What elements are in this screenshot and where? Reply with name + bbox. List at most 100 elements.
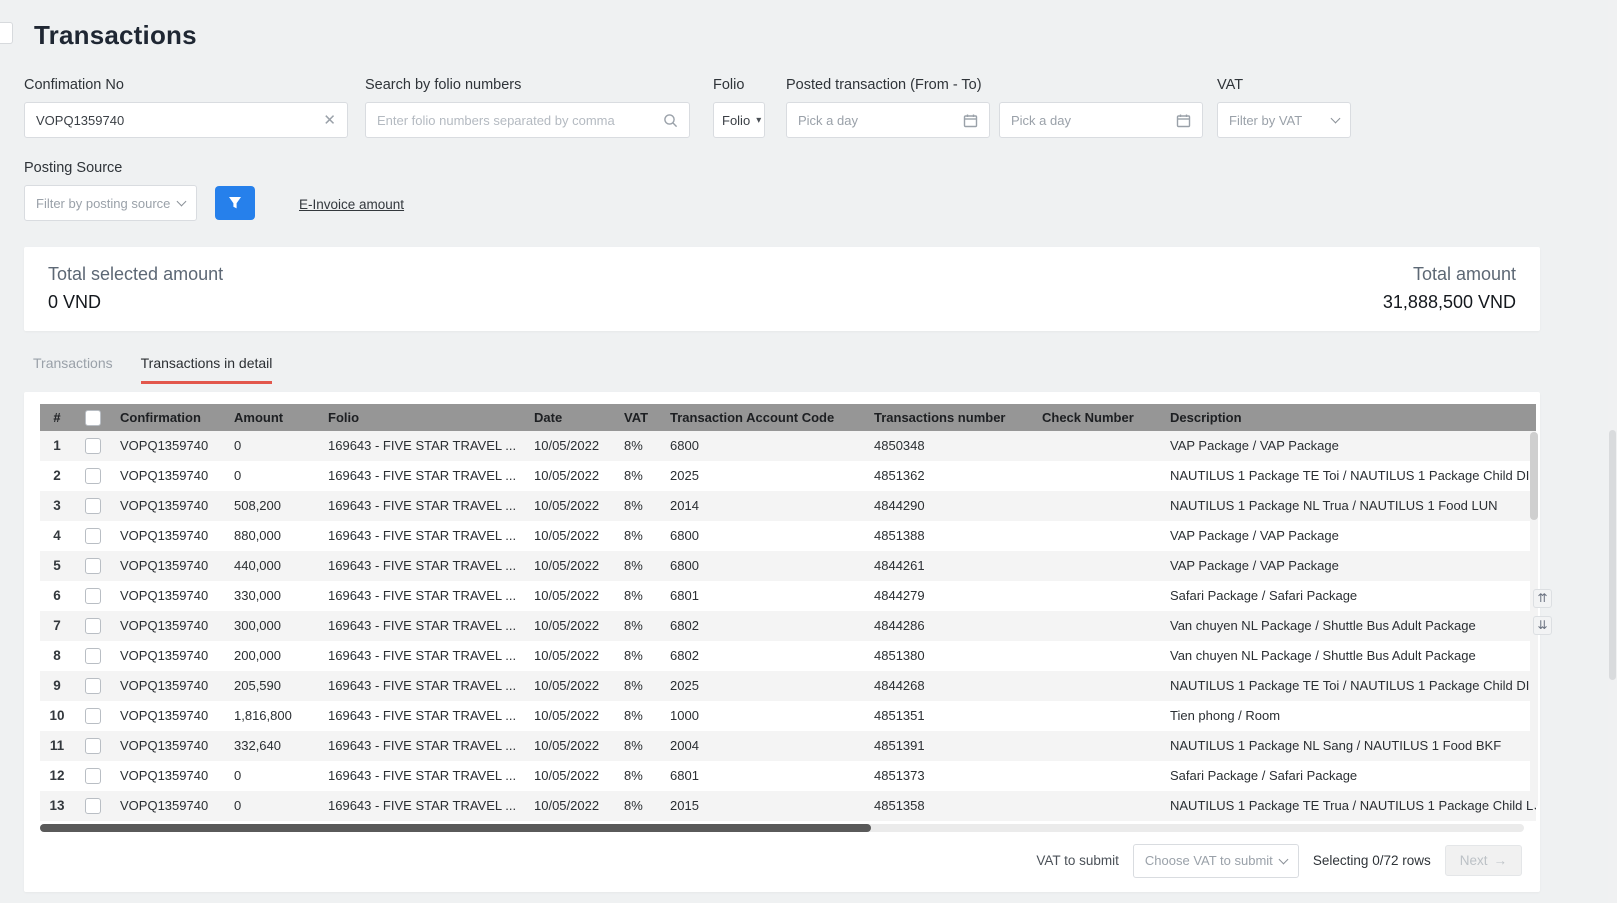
cell-check_number [1034, 431, 1162, 461]
cell-description: NAUTILUS 1 Package TE Trua / NAUTILUS 1 … [1162, 791, 1536, 821]
cell-confirmation: VOPQ1359740 [112, 611, 226, 641]
cell-folio: 169643 - FIVE STAR TRAVEL ... [320, 731, 526, 761]
cell-amount: 332,640 [226, 731, 320, 761]
transactions-table-card: #ConfirmationAmountFolioDateVATTransacti… [24, 392, 1540, 892]
cell-txn_number: 4850348 [866, 431, 1034, 461]
total-selected-label: Total selected amount [48, 264, 223, 285]
row-checkbox[interactable] [85, 558, 101, 574]
cell-num: 10 [40, 701, 74, 731]
page-scrollbar[interactable] [1608, 0, 1617, 903]
cell-folio: 169643 - FIVE STAR TRAVEL ... [320, 671, 526, 701]
cell-date: 10/05/2022 [526, 761, 616, 791]
cell-check_number [1034, 521, 1162, 551]
vat-select[interactable]: Filter by VAT [1217, 102, 1351, 138]
cell-account_code: 6800 [662, 431, 866, 461]
vertical-scrollbar-thumb[interactable] [1530, 432, 1538, 520]
chevron-down-icon [177, 197, 187, 207]
row-checkbox-cell [74, 791, 112, 821]
folio-search-input[interactable] [377, 113, 663, 128]
row-checkbox[interactable] [85, 438, 101, 454]
clear-icon[interactable]: ✕ [323, 111, 336, 129]
cell-account_code: 2004 [662, 731, 866, 761]
row-checkbox[interactable] [85, 468, 101, 484]
row-checkbox-cell [74, 581, 112, 611]
folio-select[interactable]: Folio ▾ [713, 102, 765, 138]
cell-account_code: 2025 [662, 461, 866, 491]
table-row: 12VOPQ13597400169643 - FIVE STAR TRAVEL … [40, 761, 1536, 791]
cell-description: VAP Package / VAP Package [1162, 521, 1536, 551]
table-row: 11VOPQ1359740332,640169643 - FIVE STAR T… [40, 731, 1536, 761]
tab-bar: Transactions Transactions in detail [33, 355, 1540, 384]
cell-txn_number: 4851388 [866, 521, 1034, 551]
cell-confirmation: VOPQ1359740 [112, 581, 226, 611]
row-checkbox-cell [74, 671, 112, 701]
row-checkbox[interactable] [85, 678, 101, 694]
select-all-checkbox[interactable] [85, 410, 101, 426]
cell-account_code: 1000 [662, 701, 866, 731]
cell-folio: 169643 - FIVE STAR TRAVEL ... [320, 551, 526, 581]
row-checkbox[interactable] [85, 648, 101, 664]
row-checkbox[interactable] [85, 528, 101, 544]
scroll-to-bottom-button[interactable]: ⇊ [1533, 616, 1552, 635]
scroll-to-top-button[interactable]: ⇈ [1533, 589, 1552, 608]
cell-confirmation: VOPQ1359740 [112, 671, 226, 701]
einvoice-amount-link[interactable]: E-Invoice amount [299, 197, 404, 212]
cell-num: 2 [40, 461, 74, 491]
cell-check_number [1034, 671, 1162, 701]
cell-folio: 169643 - FIVE STAR TRAVEL ... [320, 581, 526, 611]
cell-date: 10/05/2022 [526, 701, 616, 731]
row-checkbox[interactable] [85, 738, 101, 754]
cell-vat: 8% [616, 791, 662, 821]
cell-amount: 1,816,800 [226, 701, 320, 731]
table-row: 6VOPQ1359740330,000169643 - FIVE STAR TR… [40, 581, 1536, 611]
cell-num: 5 [40, 551, 74, 581]
cell-num: 12 [40, 761, 74, 791]
cell-num: 9 [40, 671, 74, 701]
horizontal-scrollbar-thumb[interactable] [40, 824, 871, 832]
transactions-page: Transactions Confimation No ✕ Search by … [0, 0, 1617, 903]
row-checkbox[interactable] [85, 768, 101, 784]
cell-amount: 0 [226, 761, 320, 791]
table-row: 13VOPQ13597400169643 - FIVE STAR TRAVEL … [40, 791, 1536, 821]
cell-folio: 169643 - FIVE STAR TRAVEL ... [320, 701, 526, 731]
cell-check_number [1034, 791, 1162, 821]
cell-date: 10/05/2022 [526, 611, 616, 641]
cell-amount: 300,000 [226, 611, 320, 641]
row-checkbox[interactable] [85, 798, 101, 814]
horizontal-scrollbar[interactable] [40, 824, 1524, 832]
date-to-picker[interactable]: Pick a day [999, 102, 1203, 138]
tab-transactions[interactable]: Transactions [33, 355, 113, 384]
cell-date: 10/05/2022 [526, 431, 616, 461]
cell-check_number [1034, 731, 1162, 761]
row-checkbox-cell [74, 551, 112, 581]
tab-transactions-in-detail[interactable]: Transactions in detail [141, 355, 273, 384]
date-from-picker[interactable]: Pick a day [786, 102, 990, 138]
cell-vat: 8% [616, 641, 662, 671]
cell-amount: 205,590 [226, 671, 320, 701]
cell-vat: 8% [616, 731, 662, 761]
sidebar-collapse-handle[interactable] [0, 22, 13, 44]
cell-check_number [1034, 461, 1162, 491]
posting-source-select[interactable]: Filter by posting source [24, 185, 197, 221]
row-checkbox[interactable] [85, 708, 101, 724]
column-header: Check Number [1034, 404, 1162, 431]
cell-num: 1 [40, 431, 74, 461]
cell-account_code: 6801 [662, 581, 866, 611]
next-button[interactable]: Next → [1445, 845, 1522, 876]
page-title: Transactions [34, 20, 1540, 51]
cell-account_code: 6802 [662, 611, 866, 641]
page-scrollbar-thumb[interactable] [1609, 430, 1616, 680]
row-checkbox-cell [74, 491, 112, 521]
vat-to-submit-select[interactable]: Choose VAT to submit [1133, 844, 1299, 878]
row-checkbox[interactable] [85, 588, 101, 604]
cell-account_code: 6802 [662, 641, 866, 671]
confirmation-no-input[interactable] [36, 113, 315, 128]
column-header: Date [526, 404, 616, 431]
row-checkbox[interactable] [85, 618, 101, 634]
table-row: 3VOPQ1359740508,200169643 - FIVE STAR TR… [40, 491, 1536, 521]
cell-vat: 8% [616, 491, 662, 521]
apply-filter-button[interactable] [215, 186, 255, 220]
cell-num: 7 [40, 611, 74, 641]
row-checkbox[interactable] [85, 498, 101, 514]
cell-description: Tien phong / Room [1162, 701, 1536, 731]
